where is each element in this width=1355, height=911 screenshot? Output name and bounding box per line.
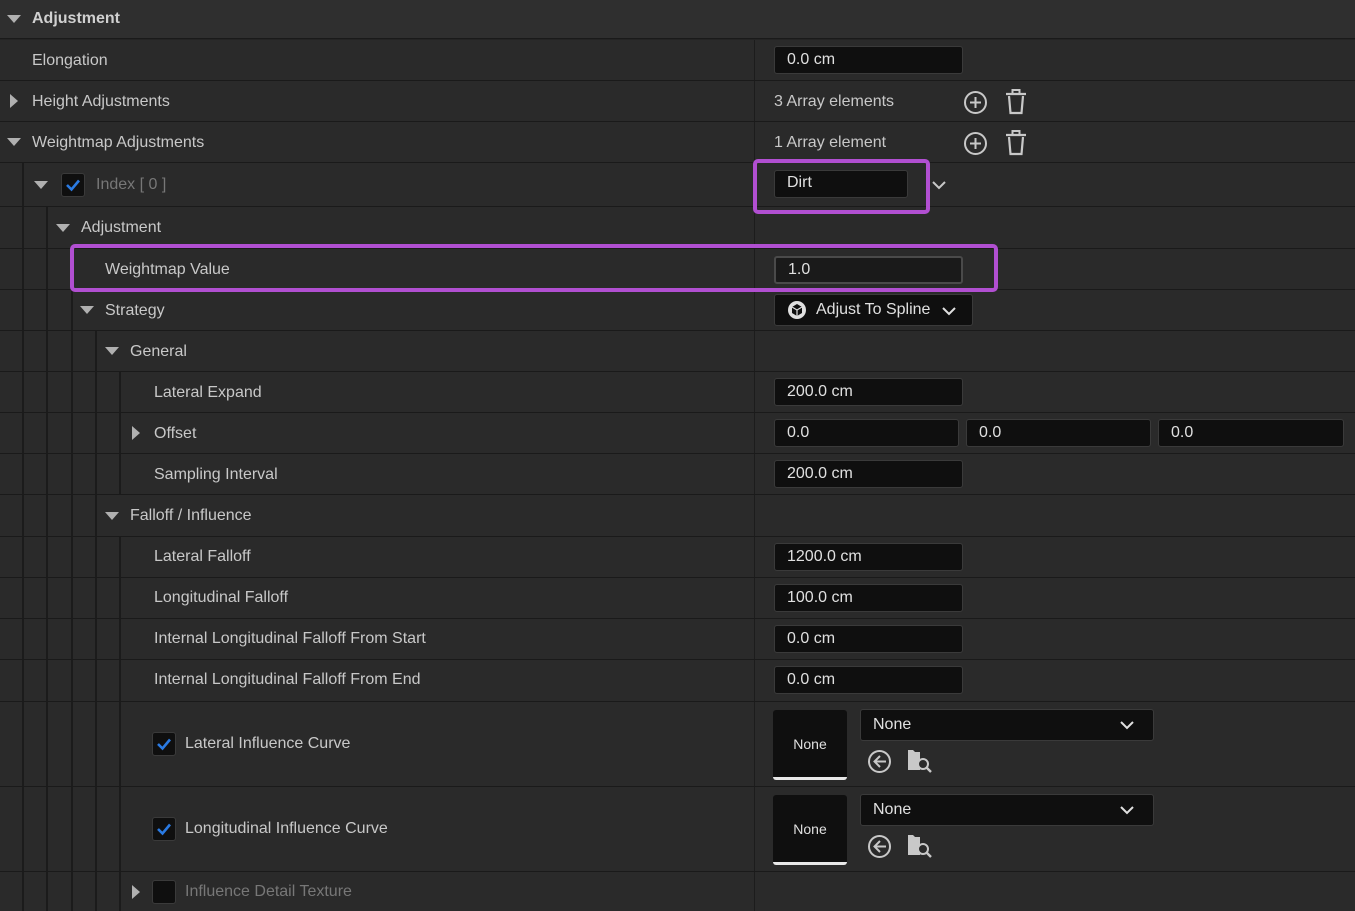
lateral-curve-asset-combo[interactable]: None bbox=[860, 709, 1154, 741]
lateral-curve-thumbnail[interactable]: None bbox=[773, 710, 847, 780]
add-element-icon[interactable] bbox=[963, 131, 988, 156]
longitudinal-curve-thumbnail[interactable]: None bbox=[773, 795, 847, 865]
folder-search-icon[interactable] bbox=[906, 833, 934, 859]
lateral-falloff-label: Lateral Falloff bbox=[154, 548, 251, 565]
property-row-offset: Offset 0.0 0.0 0.0 bbox=[0, 413, 1355, 454]
trash-icon[interactable] bbox=[1004, 130, 1028, 156]
property-row-lateral-falloff: Lateral Falloff 1200.0 cm bbox=[0, 537, 1355, 578]
property-row-strategy: Strategy Adjust To Spline bbox=[0, 290, 1355, 331]
property-row-height-adjustments: Height Adjustments 3 Array elements bbox=[0, 81, 1355, 122]
lateral-expand-input[interactable]: 200.0 cm bbox=[774, 378, 963, 406]
lateral-falloff-input[interactable]: 1200.0 cm bbox=[774, 543, 963, 571]
collapse-arrow-icon[interactable] bbox=[105, 347, 119, 355]
chevron-down-icon bbox=[942, 307, 956, 316]
property-row-influence-detail-texture: Influence Detail Texture bbox=[0, 872, 1355, 911]
property-row-weightmap-adjustments: Weightmap Adjustments 1 Array element bbox=[0, 122, 1355, 163]
height-adjustments-label: Height Adjustments bbox=[32, 93, 170, 110]
lateral-curve-asset-value: None bbox=[873, 716, 912, 733]
collapse-arrow-icon[interactable] bbox=[7, 138, 21, 146]
longitudinal-influence-curve-label: Longitudinal Influence Curve bbox=[185, 820, 388, 837]
internal-from-start-input[interactable]: 0.0 cm bbox=[774, 625, 963, 653]
longitudinal-falloff-input[interactable]: 100.0 cm bbox=[774, 584, 963, 612]
lateral-influence-curve-checkbox[interactable] bbox=[152, 732, 176, 756]
longitudinal-curve-asset-value: None bbox=[873, 801, 912, 818]
height-adjustments-count: 3 Array elements bbox=[774, 93, 895, 110]
chevron-down-icon bbox=[1120, 806, 1134, 815]
strategy-label: Strategy bbox=[105, 302, 165, 319]
internal-from-start-label: Internal Longitudinal Falloff From Start bbox=[154, 630, 426, 647]
collapse-arrow-icon[interactable] bbox=[80, 306, 94, 314]
property-row-general: General bbox=[0, 331, 1355, 372]
property-row-elongation: Elongation 0.0 cm bbox=[0, 40, 1355, 81]
expand-arrow-icon[interactable] bbox=[132, 426, 140, 440]
index-0-checkbox[interactable] bbox=[61, 173, 85, 197]
highlight-index-value bbox=[753, 159, 930, 214]
chevron-down-icon bbox=[1120, 721, 1134, 730]
checkmark-icon bbox=[157, 823, 171, 836]
folder-search-icon[interactable] bbox=[906, 748, 934, 774]
falloff-influence-label: Falloff / Influence bbox=[130, 507, 252, 524]
arrow-left-circle-icon[interactable] bbox=[867, 834, 892, 859]
collapse-arrow-icon[interactable] bbox=[105, 512, 119, 520]
sampling-interval-label: Sampling Interval bbox=[154, 466, 278, 483]
index-0-label: Index [ 0 ] bbox=[96, 176, 167, 193]
property-row-sampling-interval: Sampling Interval 200.0 cm bbox=[0, 454, 1355, 495]
checkmark-icon bbox=[66, 179, 80, 192]
expand-arrow-icon[interactable] bbox=[132, 885, 140, 899]
section-title-adjustment: Adjustment bbox=[32, 10, 120, 27]
influence-detail-texture-checkbox[interactable] bbox=[152, 880, 176, 904]
property-row-lateral-influence-curve: Lateral Influence Curve None None bbox=[0, 702, 1355, 787]
elongation-label: Elongation bbox=[32, 52, 108, 69]
collapse-arrow-icon[interactable] bbox=[7, 15, 21, 23]
trash-icon[interactable] bbox=[1004, 89, 1028, 115]
property-row-index-0: Index [ 0 ] Dirt bbox=[0, 163, 1355, 207]
internal-from-end-input[interactable]: 0.0 cm bbox=[774, 666, 963, 694]
collapse-arrow-icon[interactable] bbox=[56, 224, 70, 232]
offset-y-input[interactable]: 0.0 bbox=[966, 419, 1151, 447]
property-row-inner-adjustment: Adjustment bbox=[0, 207, 1355, 249]
property-row-internal-from-start: Internal Longitudinal Falloff From Start… bbox=[0, 619, 1355, 660]
lateral-expand-label: Lateral Expand bbox=[154, 384, 262, 401]
cube-icon bbox=[788, 301, 806, 319]
property-row-internal-from-end: Internal Longitudinal Falloff From End 0… bbox=[0, 660, 1355, 702]
strategy-dropdown[interactable]: Adjust To Spline bbox=[774, 294, 973, 326]
arrow-left-circle-icon[interactable] bbox=[867, 749, 892, 774]
general-label: General bbox=[130, 343, 187, 360]
offset-label: Offset bbox=[154, 425, 197, 442]
sampling-interval-input[interactable]: 200.0 cm bbox=[774, 460, 963, 488]
weightmap-adjustments-count: 1 Array element bbox=[774, 134, 887, 151]
influence-detail-texture-label: Influence Detail Texture bbox=[185, 883, 352, 900]
lateral-influence-curve-label: Lateral Influence Curve bbox=[185, 735, 351, 752]
section-adjustment[interactable]: Adjustment bbox=[0, 0, 1355, 39]
strategy-value: Adjust To Spline bbox=[816, 301, 931, 318]
checkmark-icon bbox=[157, 738, 171, 751]
offset-z-input[interactable]: 0.0 bbox=[1158, 419, 1344, 447]
collapse-arrow-icon[interactable] bbox=[34, 181, 48, 189]
chevron-down-icon[interactable] bbox=[931, 179, 947, 191]
property-row-falloff-influence: Falloff / Influence bbox=[0, 495, 1355, 537]
weightmap-adjustments-label: Weightmap Adjustments bbox=[32, 134, 205, 151]
property-row-longitudinal-influence-curve: Longitudinal Influence Curve None None bbox=[0, 787, 1355, 872]
internal-from-end-label: Internal Longitudinal Falloff From End bbox=[154, 671, 421, 688]
offset-x-input[interactable]: 0.0 bbox=[774, 419, 959, 447]
longitudinal-curve-asset-combo[interactable]: None bbox=[860, 794, 1154, 826]
longitudinal-influence-curve-checkbox[interactable] bbox=[152, 817, 176, 841]
longitudinal-falloff-label: Longitudinal Falloff bbox=[154, 589, 289, 606]
property-row-lateral-expand: Lateral Expand 200.0 cm bbox=[0, 372, 1355, 413]
expand-arrow-icon[interactable] bbox=[10, 94, 18, 108]
highlight-weightmap-value bbox=[70, 244, 998, 292]
add-element-icon[interactable] bbox=[963, 90, 988, 115]
inner-adjustment-label: Adjustment bbox=[81, 219, 162, 236]
elongation-input[interactable]: 0.0 cm bbox=[774, 46, 963, 74]
property-row-longitudinal-falloff: Longitudinal Falloff 100.0 cm bbox=[0, 578, 1355, 619]
